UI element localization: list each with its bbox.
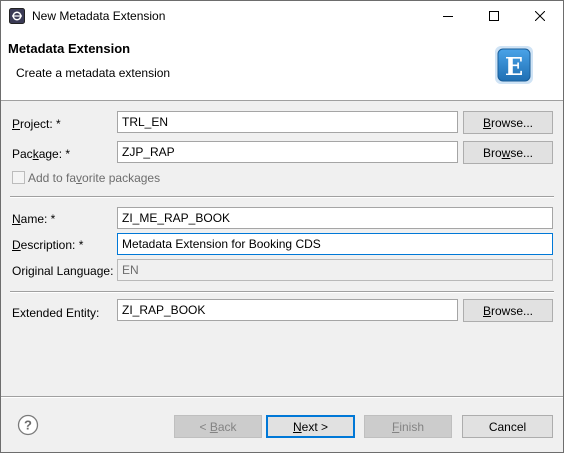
- close-icon: [535, 11, 545, 21]
- package-input[interactable]: ZJP_RAP: [117, 141, 458, 163]
- footer-separator: [1, 396, 563, 398]
- maximize-button[interactable]: [471, 1, 517, 31]
- banner-title: Metadata Extension: [8, 41, 131, 56]
- separator: [10, 196, 554, 198]
- metadata-extension-logo-icon: E: [495, 46, 533, 84]
- window-title: New Metadata Extension: [32, 9, 166, 23]
- dialog-window: New Metadata Extension Metadata Extensio…: [0, 0, 564, 453]
- wizard-banner: Metadata Extension Create a metadata ext…: [1, 31, 563, 101]
- cancel-button[interactable]: Cancel: [462, 415, 553, 438]
- description-input[interactable]: Metadata Extension for Booking CDS: [117, 233, 553, 255]
- title-bar: New Metadata Extension: [1, 1, 563, 31]
- close-button[interactable]: [517, 1, 563, 31]
- package-browse-button[interactable]: Bro w se...: [463, 141, 553, 164]
- svg-text:E: E: [505, 52, 523, 81]
- extended-entity-label: Extended Entity:: [12, 306, 100, 320]
- separator: [10, 291, 554, 293]
- add-to-favorites-checkbox[interactable]: [12, 171, 25, 184]
- maximize-icon: [489, 11, 499, 21]
- name-input[interactable]: ZI_ME_RAP_BOOK: [117, 207, 553, 229]
- package-label: Package: *: [12, 147, 71, 161]
- extended-entity-browse-button[interactable]: Browse...: [463, 299, 553, 322]
- minimize-icon: [443, 16, 453, 17]
- banner-description: Create a metadata extension: [16, 66, 171, 80]
- extended-entity-input[interactable]: ZI_RAP_BOOK: [117, 299, 458, 321]
- original-language-label: Original Language:: [12, 264, 114, 278]
- original-language-field: EN: [117, 259, 553, 281]
- project-label: Project: *: [12, 117, 61, 131]
- name-label: Name: *: [12, 212, 56, 226]
- finish-button[interactable]: Finish: [364, 415, 452, 438]
- add-to-favorites-label: Add to favorite packages: [28, 171, 161, 185]
- svg-text:?: ?: [24, 418, 32, 433]
- back-button[interactable]: < Back: [174, 415, 262, 438]
- description-label: Description: *: [12, 238, 84, 252]
- project-input[interactable]: TRL_EN: [117, 111, 458, 133]
- eclipse-app-icon: [9, 8, 25, 24]
- project-browse-button[interactable]: Browse...: [463, 111, 553, 134]
- help-icon[interactable]: ?: [17, 414, 39, 436]
- minimize-button[interactable]: [425, 1, 471, 31]
- next-button[interactable]: Next >: [266, 415, 355, 438]
